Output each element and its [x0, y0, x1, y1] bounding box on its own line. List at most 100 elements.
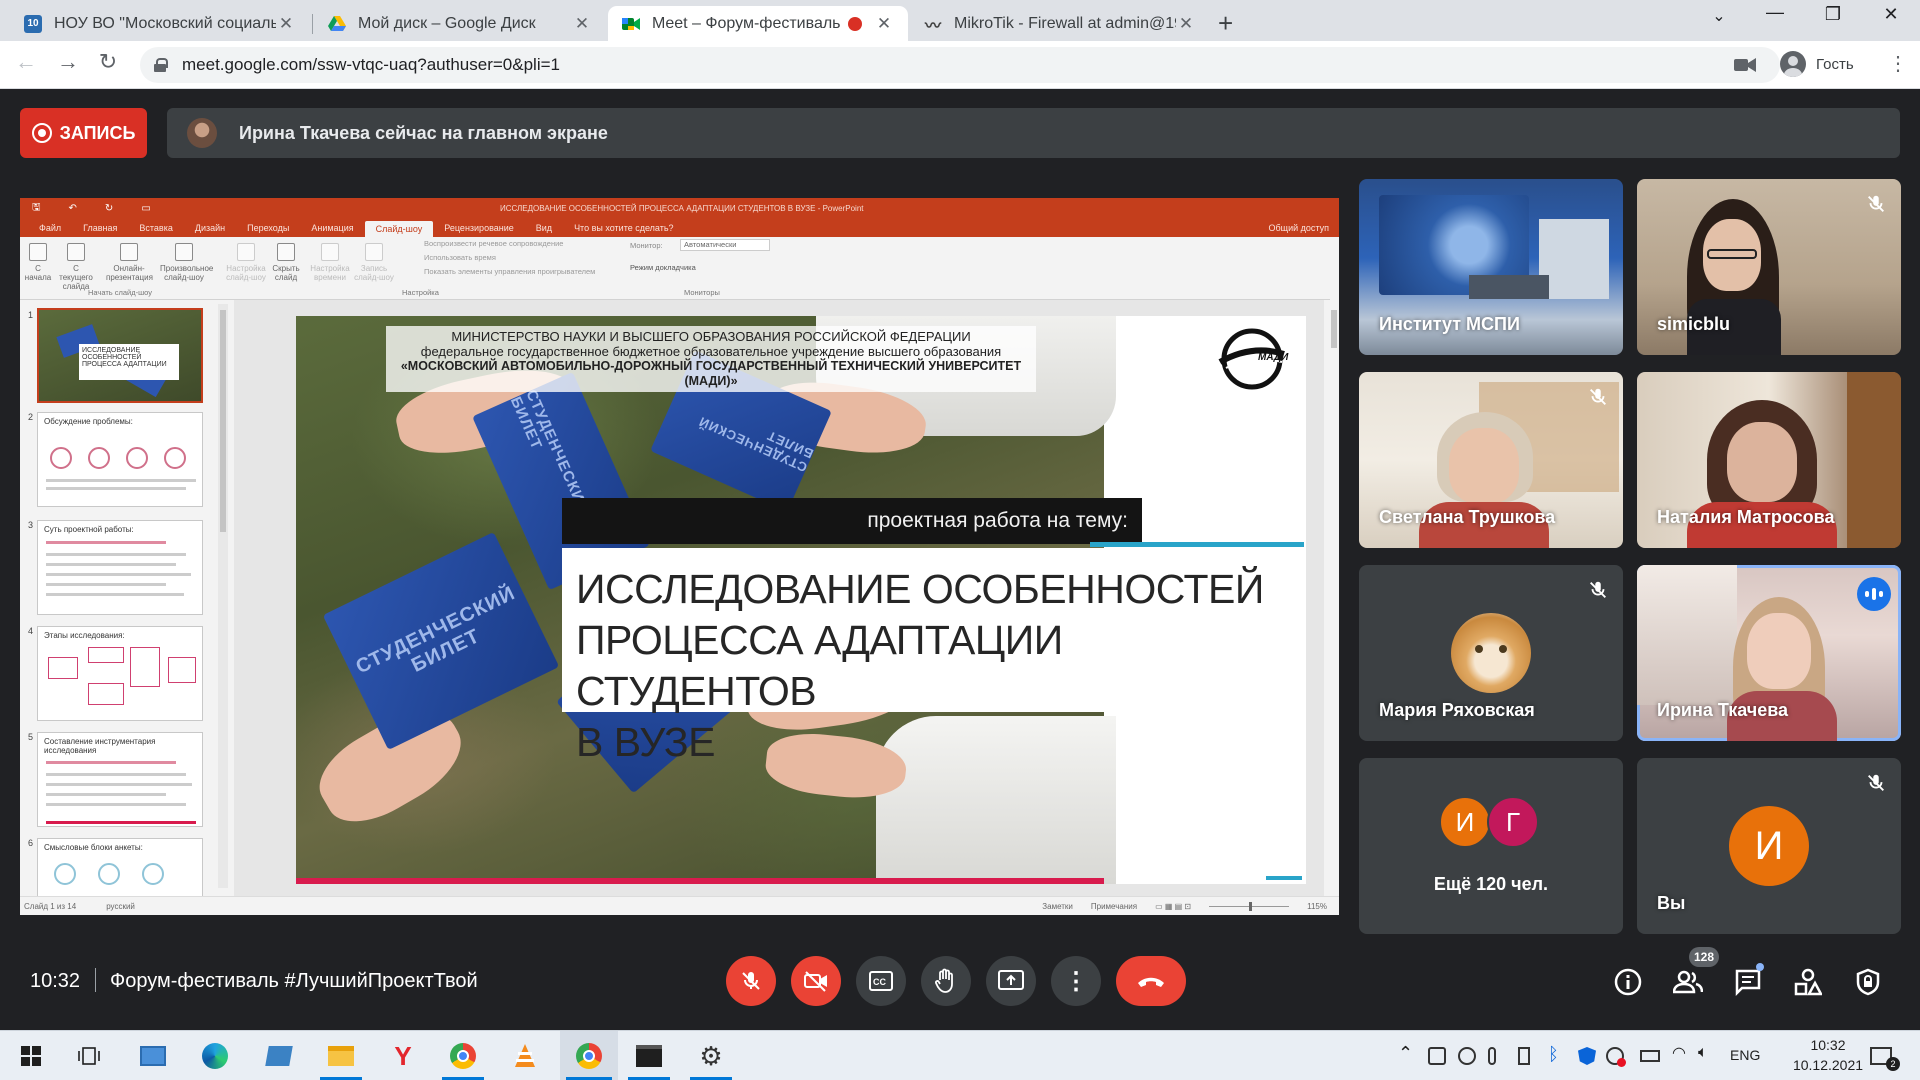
participant-tile[interactable]: simicblu — [1637, 179, 1901, 355]
more-participants-tile[interactable]: И Г Ещё 120 чел. — [1359, 758, 1623, 934]
tab-close-icon[interactable]: ✕ — [572, 14, 592, 34]
new-tab-button[interactable]: + — [1218, 8, 1233, 39]
security-shield-icon[interactable] — [1578, 1047, 1596, 1065]
host-controls-button[interactable] — [1852, 966, 1884, 998]
tab-close-icon[interactable]: ✕ — [1176, 14, 1196, 34]
activities-button[interactable] — [1792, 966, 1824, 998]
terminal-icon[interactable] — [634, 1041, 664, 1071]
yandex-browser-icon[interactable]: Y — [388, 1041, 418, 1071]
reload-button[interactable]: ↻ — [92, 49, 124, 75]
chrome-icon-active[interactable] — [574, 1041, 604, 1071]
pp-tab: Вид — [535, 223, 553, 233]
chrome-icon[interactable] — [448, 1041, 478, 1071]
captions-button[interactable]: CC — [856, 956, 906, 1006]
ribbon-group-label: Настройка — [402, 288, 439, 297]
zoom-slider — [1209, 901, 1290, 911]
pp-statusbar: Слайд 1 из 14 русский Заметки Примечания… — [20, 896, 1339, 915]
slide-thumb: Составление инструментария исследования — [37, 732, 203, 827]
minimize-button[interactable]: — — [1752, 2, 1798, 23]
restore-button[interactable]: ❐ — [1810, 4, 1856, 25]
edge-icon[interactable] — [200, 1041, 230, 1071]
pp-tab: Главная — [83, 223, 118, 233]
recording-button[interactable]: ЗАПИСЬ — [20, 108, 147, 158]
meeting-details-button[interactable] — [1612, 966, 1644, 998]
volume-icon[interactable]: 🔈︎ — [1698, 1044, 1708, 1062]
network-alert-icon[interactable] — [1606, 1047, 1626, 1067]
settings-gear-icon[interactable]: ⚙ — [696, 1041, 726, 1071]
taskbar-date[interactable]: 10.12.2021 — [1788, 1057, 1868, 1073]
pp-share: Общий доступ — [1268, 223, 1329, 233]
chat-icon — [1735, 969, 1761, 996]
notes-status: Заметки — [1042, 901, 1073, 911]
mic-off-icon — [1590, 581, 1606, 598]
view-icons: ▭ ▦ ▤ ⊡ — [1155, 901, 1192, 911]
participant-name: Институт МСПИ — [1379, 314, 1520, 334]
participant-name: Ирина Ткачева — [1657, 700, 1789, 720]
camera-off-icon — [804, 971, 827, 992]
camera-blocked-icon[interactable] — [1734, 57, 1756, 73]
participant-tile-speaking[interactable]: Ирина Ткачева — [1637, 565, 1901, 741]
slide-thumb: Обсуждение проблемы: — [37, 412, 203, 507]
speaking-indicator-icon — [1857, 577, 1891, 611]
camera-toggle-button[interactable] — [791, 956, 841, 1006]
slide-canvas: СТУДЕНЧЕСКИЙ БИЛЕТ СТУДЕНЧЕСКИЙ БИЛЕТ СТ… — [234, 300, 1324, 896]
participant-tile[interactable]: Институт МСПИ — [1359, 179, 1623, 355]
accent-line — [296, 878, 1104, 884]
vlc-icon[interactable] — [510, 1041, 540, 1071]
address-bar[interactable]: meet.google.com/ssw-vtqc-uaq?authuser=0&… — [140, 47, 1780, 83]
mic-tray-icon[interactable] — [1488, 1047, 1496, 1065]
url-text: meet.google.com/ssw-vtqc-uaq?authuser=0&… — [182, 55, 560, 74]
windows-taskbar: Y ⚙ ⌃ ᛒ ◠ 🔈︎ ENG 10:32 10.12.2021 2 — [0, 1030, 1920, 1080]
participant-tile[interactable]: Наталия Матросова — [1637, 372, 1901, 548]
back-button[interactable]: ← — [10, 49, 42, 75]
thumb-title: Этапы исследования: — [44, 631, 125, 640]
app-icon[interactable] — [264, 1041, 294, 1071]
browser-menu-icon[interactable]: ⋮ — [1888, 51, 1908, 76]
taskbar-time[interactable]: 10:32 — [1788, 1037, 1868, 1053]
windows-start-icon[interactable] — [16, 1041, 46, 1071]
tab-close-icon[interactable]: ✕ — [276, 14, 296, 34]
forward-button[interactable]: → — [52, 49, 84, 75]
present-now-button[interactable] — [986, 956, 1036, 1006]
wifi-icon[interactable]: ◠ — [1672, 1043, 1686, 1063]
shared-screen: 🖫 ↶ ↻ ▭ ИССЛЕДОВАНИЕ ОСОБЕННОСТЕЙ ПРОЦЕС… — [20, 198, 1339, 915]
self-tile[interactable]: И Вы — [1637, 758, 1901, 934]
battery-icon[interactable] — [1640, 1050, 1660, 1062]
usb-tray-icon[interactable] — [1518, 1047, 1530, 1065]
raise-hand-button[interactable] — [921, 956, 971, 1006]
input-language[interactable]: ENG — [1730, 1047, 1760, 1063]
leave-call-button[interactable] — [1116, 956, 1186, 1006]
google-meet-icon — [622, 15, 640, 33]
browser-tab[interactable]: 〰 MikroTik - Firewall at admin@19 ✕ — [910, 6, 1210, 41]
close-window-button[interactable]: ✕ — [1868, 4, 1914, 25]
task-view-icon[interactable] — [74, 1041, 104, 1071]
divider — [95, 968, 96, 992]
tab-title: MikroTik - Firewall at admin@19 — [954, 14, 1176, 32]
desktop-app-icon[interactable] — [138, 1041, 168, 1071]
mic-toggle-button[interactable] — [726, 956, 776, 1006]
slide-title: ИССЛЕДОВАНИЕ ОСОБЕННОСТЕЙ ПРОЦЕССА АДАПТ… — [562, 548, 1304, 765]
captions-icon: CC — [869, 971, 893, 991]
thumb-number: 6 — [28, 838, 34, 848]
record-icon — [31, 123, 52, 143]
people-button[interactable] — [1672, 966, 1704, 998]
tray-expand-icon[interactable]: ⌃ — [1398, 1043, 1413, 1064]
browser-tab[interactable]: Мой диск – Google Диск ✕ — [314, 6, 606, 41]
pp-tell-me: Что вы хотите сделать? — [574, 223, 674, 233]
more-vert-icon: ⋮ — [1064, 967, 1088, 995]
participant-name: Светлана Трушкова — [1379, 507, 1556, 527]
tab-close-icon[interactable]: ✕ — [874, 14, 894, 34]
notifications-icon[interactable]: 2 — [1870, 1047, 1900, 1071]
file-explorer-icon[interactable] — [326, 1041, 356, 1071]
more-options-button[interactable]: ⋮ — [1051, 956, 1101, 1006]
browser-tab[interactable]: 10 НОУ ВО "Московский социальн ✕ — [10, 6, 310, 41]
browser-tab-active[interactable]: Meet – Форум-фестиваль # ✕ — [608, 6, 908, 41]
profile-button[interactable]: Гость — [1780, 51, 1854, 77]
tray-app-icon[interactable] — [1458, 1047, 1476, 1065]
participant-tile[interactable]: Мария Ряховская — [1359, 565, 1623, 741]
thumb-number: 2 — [28, 412, 34, 422]
tray-app-icon[interactable] — [1428, 1047, 1446, 1065]
participant-tile[interactable]: Светлана Трушкова — [1359, 372, 1623, 548]
tab-search-chevron-icon[interactable]: ⌄ — [1696, 6, 1742, 26]
bluetooth-icon[interactable]: ᛒ — [1548, 1044, 1559, 1065]
